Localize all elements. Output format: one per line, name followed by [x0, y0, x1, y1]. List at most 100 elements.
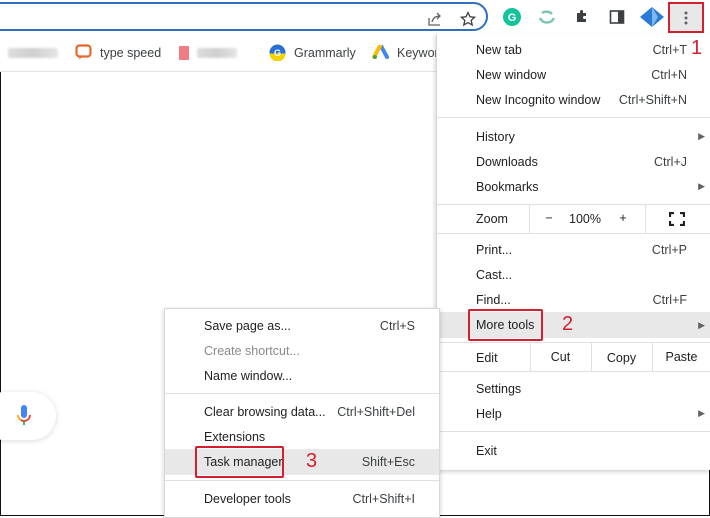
edit-row: Edit Cut Copy Paste	[437, 343, 710, 371]
menu-item-shortcut: Ctrl+P	[651, 242, 687, 257]
menu-separator	[437, 431, 710, 432]
menu-item-label: Cast...	[476, 267, 513, 282]
menu-item-label: Developer tools	[204, 491, 291, 506]
side-panel-icon[interactable]	[608, 8, 626, 26]
svg-text:G: G	[274, 48, 281, 58]
annotation-highlight-box	[195, 446, 284, 478]
extension-swirl-icon[interactable]	[538, 8, 556, 26]
menu-item-label: Find...	[476, 292, 511, 307]
extension-diamond-icon[interactable]	[640, 7, 664, 27]
menu-item-settings[interactable]: Settings	[437, 376, 710, 401]
menu-item-shortcut: Ctrl+F	[652, 292, 687, 307]
submenu-item-name-window[interactable]: Name window...	[165, 363, 439, 388]
address-bar[interactable]	[0, 2, 488, 31]
zoom-in-button[interactable]: +	[615, 211, 631, 225]
fullscreen-button[interactable]	[668, 211, 686, 229]
menu-separator	[165, 480, 439, 481]
menu-item-label: History	[476, 129, 515, 144]
bookmark-label: Grammarly	[294, 45, 356, 60]
submenu-arrow-icon: ▶	[698, 319, 705, 330]
bookmark-type-speed[interactable]: type speed	[75, 34, 161, 71]
submenu-arrow-icon: ▶	[698, 181, 705, 191]
annotation-step-number: 2	[562, 313, 574, 335]
menu-item-shortcut: Ctrl+S	[379, 318, 415, 333]
annotation-step-number: 1	[691, 37, 703, 59]
annotation-step-number: 3	[306, 450, 318, 472]
menu-item-cast[interactable]: Cast...	[437, 262, 710, 287]
menu-item-label: Clear browsing data...	[204, 404, 326, 419]
menu-item-shortcut: Ctrl+Shift+I	[352, 491, 415, 506]
chrome-menu-button[interactable]	[668, 2, 704, 33]
browser-toolbar: G	[0, 0, 710, 34]
menu-item-shortcut: Ctrl+Shift+Del	[337, 404, 415, 419]
menu-item-downloads[interactable]: Downloads Ctrl+J	[437, 149, 710, 174]
bookmark-blurred-1[interactable]	[8, 34, 58, 71]
menu-item-label: Name window...	[204, 368, 293, 383]
copy-button[interactable]: Copy	[591, 351, 652, 365]
submenu-item-developer-tools[interactable]: Developer tools Ctrl+Shift+I	[165, 486, 439, 511]
paste-button[interactable]: Paste	[652, 350, 710, 364]
submenu-arrow-icon: ▶	[698, 408, 705, 418]
microphone-icon	[17, 405, 31, 425]
menu-item-label: Print...	[476, 242, 513, 257]
menu-item-shortcut: Ctrl+T	[652, 42, 687, 57]
bookmark-keyword[interactable]: Keywor	[372, 34, 439, 71]
menu-item-help[interactable]: Help ▶	[437, 401, 710, 426]
voice-search-button[interactable]	[0, 392, 56, 440]
zoom-divider	[645, 205, 646, 233]
menu-separator	[165, 393, 439, 394]
menu-item-label: Create shortcut...	[204, 343, 300, 358]
red-bookmark-icon	[179, 45, 189, 60]
share-icon[interactable]	[427, 11, 443, 31]
menu-item-label: Exit	[476, 443, 497, 458]
menu-item-label: Bookmarks	[476, 179, 539, 194]
zoom-out-button[interactable]: −	[541, 211, 557, 225]
extensions-puzzle-icon[interactable]	[573, 8, 591, 26]
submenu-item-create-shortcut: Create shortcut...	[165, 338, 439, 363]
zoom-divider	[529, 205, 530, 233]
edit-label: Edit	[476, 351, 498, 365]
menu-item-label: Save page as...	[204, 318, 291, 333]
more-vert-icon	[684, 11, 688, 24]
menu-item-label: Settings	[476, 381, 522, 396]
chrome-main-menu: New tab Ctrl+T New window Ctrl+N New Inc…	[436, 34, 710, 470]
menu-item-label: New tab	[476, 42, 522, 57]
annotation-highlight-box	[468, 309, 543, 341]
menu-item-label: Downloads	[476, 154, 538, 169]
menu-separator	[437, 371, 710, 372]
bookmark-label: Keywor	[397, 45, 439, 60]
more-tools-submenu: Save page as... Ctrl+S Create shortcut..…	[164, 308, 440, 518]
grammarly-icon: G	[269, 44, 286, 61]
bookmark-blurred-2[interactable]	[179, 34, 237, 71]
zoom-level-value: 100%	[569, 212, 601, 226]
menu-item-label: New Incognito window	[476, 92, 601, 107]
fullscreen-icon	[668, 211, 686, 227]
google-ads-icon	[372, 45, 389, 59]
menu-item-new-incognito-window[interactable]: New Incognito window Ctrl+Shift+N	[437, 87, 710, 112]
menu-item-label: New window	[476, 67, 547, 82]
svg-text:G: G	[508, 12, 517, 24]
menu-item-exit[interactable]: Exit	[437, 438, 710, 463]
zoom-row: Zoom − 100% +	[437, 205, 710, 233]
menu-separator	[437, 117, 710, 118]
submenu-item-clear-browsing-data[interactable]: Clear browsing data... Ctrl+Shift+Del	[165, 399, 439, 424]
submenu-item-save-page-as[interactable]: Save page as... Ctrl+S	[165, 313, 439, 338]
menu-item-shortcut: Ctrl+Shift+N	[618, 92, 687, 107]
menu-item-new-tab[interactable]: New tab Ctrl+T	[437, 37, 710, 62]
menu-separator	[437, 233, 710, 234]
menu-item-shortcut: Ctrl+J	[654, 154, 687, 169]
bookmark-grammarly[interactable]: G Grammarly	[269, 34, 356, 71]
menu-item-shortcut: Shift+Esc	[361, 455, 415, 469]
chat-bubble-icon	[75, 44, 92, 60]
submenu-arrow-icon: ▶	[698, 131, 705, 141]
bookmark-label: type speed	[100, 45, 162, 60]
grammarly-extension-icon[interactable]: G	[503, 8, 521, 26]
menu-item-label: Extensions	[204, 429, 266, 444]
star-icon[interactable]	[459, 10, 477, 31]
menu-item-bookmarks[interactable]: Bookmarks ▶	[437, 174, 710, 199]
cut-button[interactable]: Cut	[530, 350, 591, 364]
menu-item-new-window[interactable]: New window Ctrl+N	[437, 62, 710, 87]
blurred-bookmark-icon	[8, 47, 58, 58]
menu-item-print[interactable]: Print... Ctrl+P	[437, 237, 710, 262]
menu-item-history[interactable]: History ▶	[437, 124, 710, 149]
